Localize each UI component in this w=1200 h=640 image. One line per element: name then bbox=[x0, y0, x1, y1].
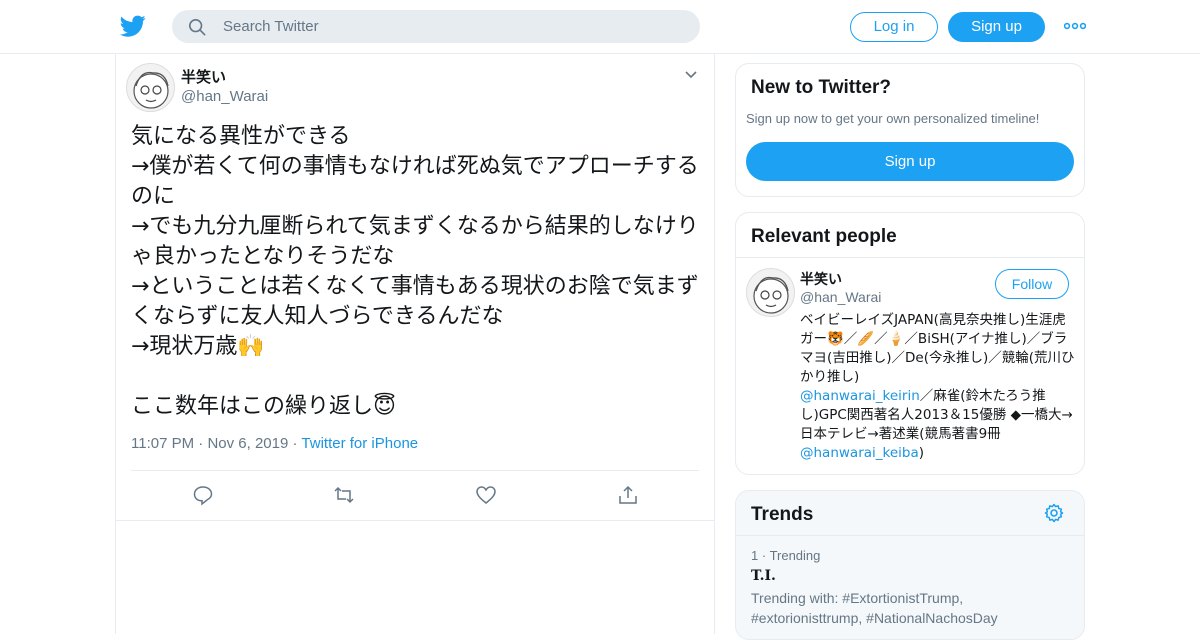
trend-label: Trending bbox=[769, 548, 821, 563]
trend-related[interactable]: Trending with: #ExtortionistTrump, #exto… bbox=[751, 588, 1071, 628]
bio-link-keirin[interactable]: @hanwarai_keirin bbox=[800, 388, 920, 404]
signup-button[interactable]: Sign up bbox=[746, 142, 1074, 181]
tweet-meta: 11:07 PM · Nov 6, 2019 · Twitter for iPh… bbox=[131, 435, 418, 452]
chevron-down-icon[interactable] bbox=[684, 70, 698, 80]
person-bio: ベイビーレイズJAPAN(高見奈央推し)生涯虎ガー🐯／🥖／🍦／BiSH(アイナ推… bbox=[800, 311, 1076, 463]
tweet-date[interactable]: Nov 6, 2019 bbox=[207, 435, 288, 452]
tweet: 半笑い @han_Warai 気になる異性ができる →僕が若くて何の事情もなけれ… bbox=[116, 54, 714, 521]
bio-text: ベイビーレイズJAPAN(高見奈央推し)生涯虎ガー🐯／🥖／🍦／BiSH(アイナ推… bbox=[800, 312, 1075, 385]
avatar-illustration-icon bbox=[133, 71, 169, 109]
twitter-logo-icon[interactable] bbox=[120, 13, 146, 39]
divider bbox=[131, 470, 699, 471]
author-name[interactable]: 半笑い bbox=[181, 66, 226, 87]
reply-icon[interactable] bbox=[192, 484, 214, 506]
person-handle[interactable]: @han_Warai bbox=[800, 289, 881, 305]
avatar[interactable] bbox=[126, 63, 175, 112]
card-title: Relevant people bbox=[751, 226, 897, 247]
avatar[interactable] bbox=[746, 268, 795, 317]
search-placeholder: Search Twitter bbox=[223, 18, 319, 35]
avatar-illustration-icon bbox=[753, 276, 789, 314]
divider bbox=[736, 535, 1084, 536]
card-title: Trends bbox=[751, 504, 814, 525]
share-icon[interactable] bbox=[617, 484, 639, 506]
trend-rank: 1 bbox=[751, 548, 759, 563]
signup-button[interactable]: Sign up bbox=[948, 12, 1045, 42]
card-subtitle: Sign up now to get your own personalized… bbox=[746, 111, 1040, 126]
tweet-source-link[interactable]: Twitter for iPhone bbox=[301, 435, 418, 452]
divider bbox=[736, 257, 1084, 258]
trends-card: Trends 1 · Trending T.I. Trending with: … bbox=[735, 490, 1085, 640]
trend-name[interactable]: T.I. bbox=[751, 568, 776, 584]
follow-button[interactable]: Follow bbox=[995, 269, 1069, 299]
card-title: New to Twitter? bbox=[751, 77, 892, 98]
trend-meta: 1 · Trending bbox=[751, 548, 821, 563]
more-options-icon[interactable] bbox=[1064, 21, 1086, 31]
search-icon bbox=[188, 18, 206, 36]
bio-text: ) bbox=[918, 445, 925, 461]
search-input[interactable]: Search Twitter bbox=[172, 10, 700, 43]
author-handle[interactable]: @han_Warai bbox=[181, 88, 268, 105]
new-to-twitter-card: New to Twitter? Sign up now to get your … bbox=[735, 63, 1085, 197]
top-bar: Search Twitter Log in Sign up bbox=[0, 0, 1200, 54]
like-heart-icon[interactable] bbox=[475, 484, 497, 506]
login-button[interactable]: Log in bbox=[850, 12, 938, 42]
bio-link-keiba[interactable]: @hanwarai_keiba bbox=[800, 445, 919, 461]
person-name[interactable]: 半笑い bbox=[800, 269, 842, 289]
retweet-icon[interactable] bbox=[333, 484, 355, 506]
gear-icon[interactable] bbox=[1044, 503, 1064, 523]
tweet-text: 気になる異性ができる →僕が若くて何の事情もなければ死ぬ気でアプローチするのに … bbox=[131, 124, 699, 419]
relevant-people-card: Relevant people 半笑い @han_Warai Follow ベイ… bbox=[735, 212, 1085, 475]
tweet-time[interactable]: 11:07 PM bbox=[131, 435, 194, 452]
tweet-column: 半笑い @han_Warai 気になる異性ができる →僕が若くて何の事情もなけれ… bbox=[115, 54, 715, 634]
